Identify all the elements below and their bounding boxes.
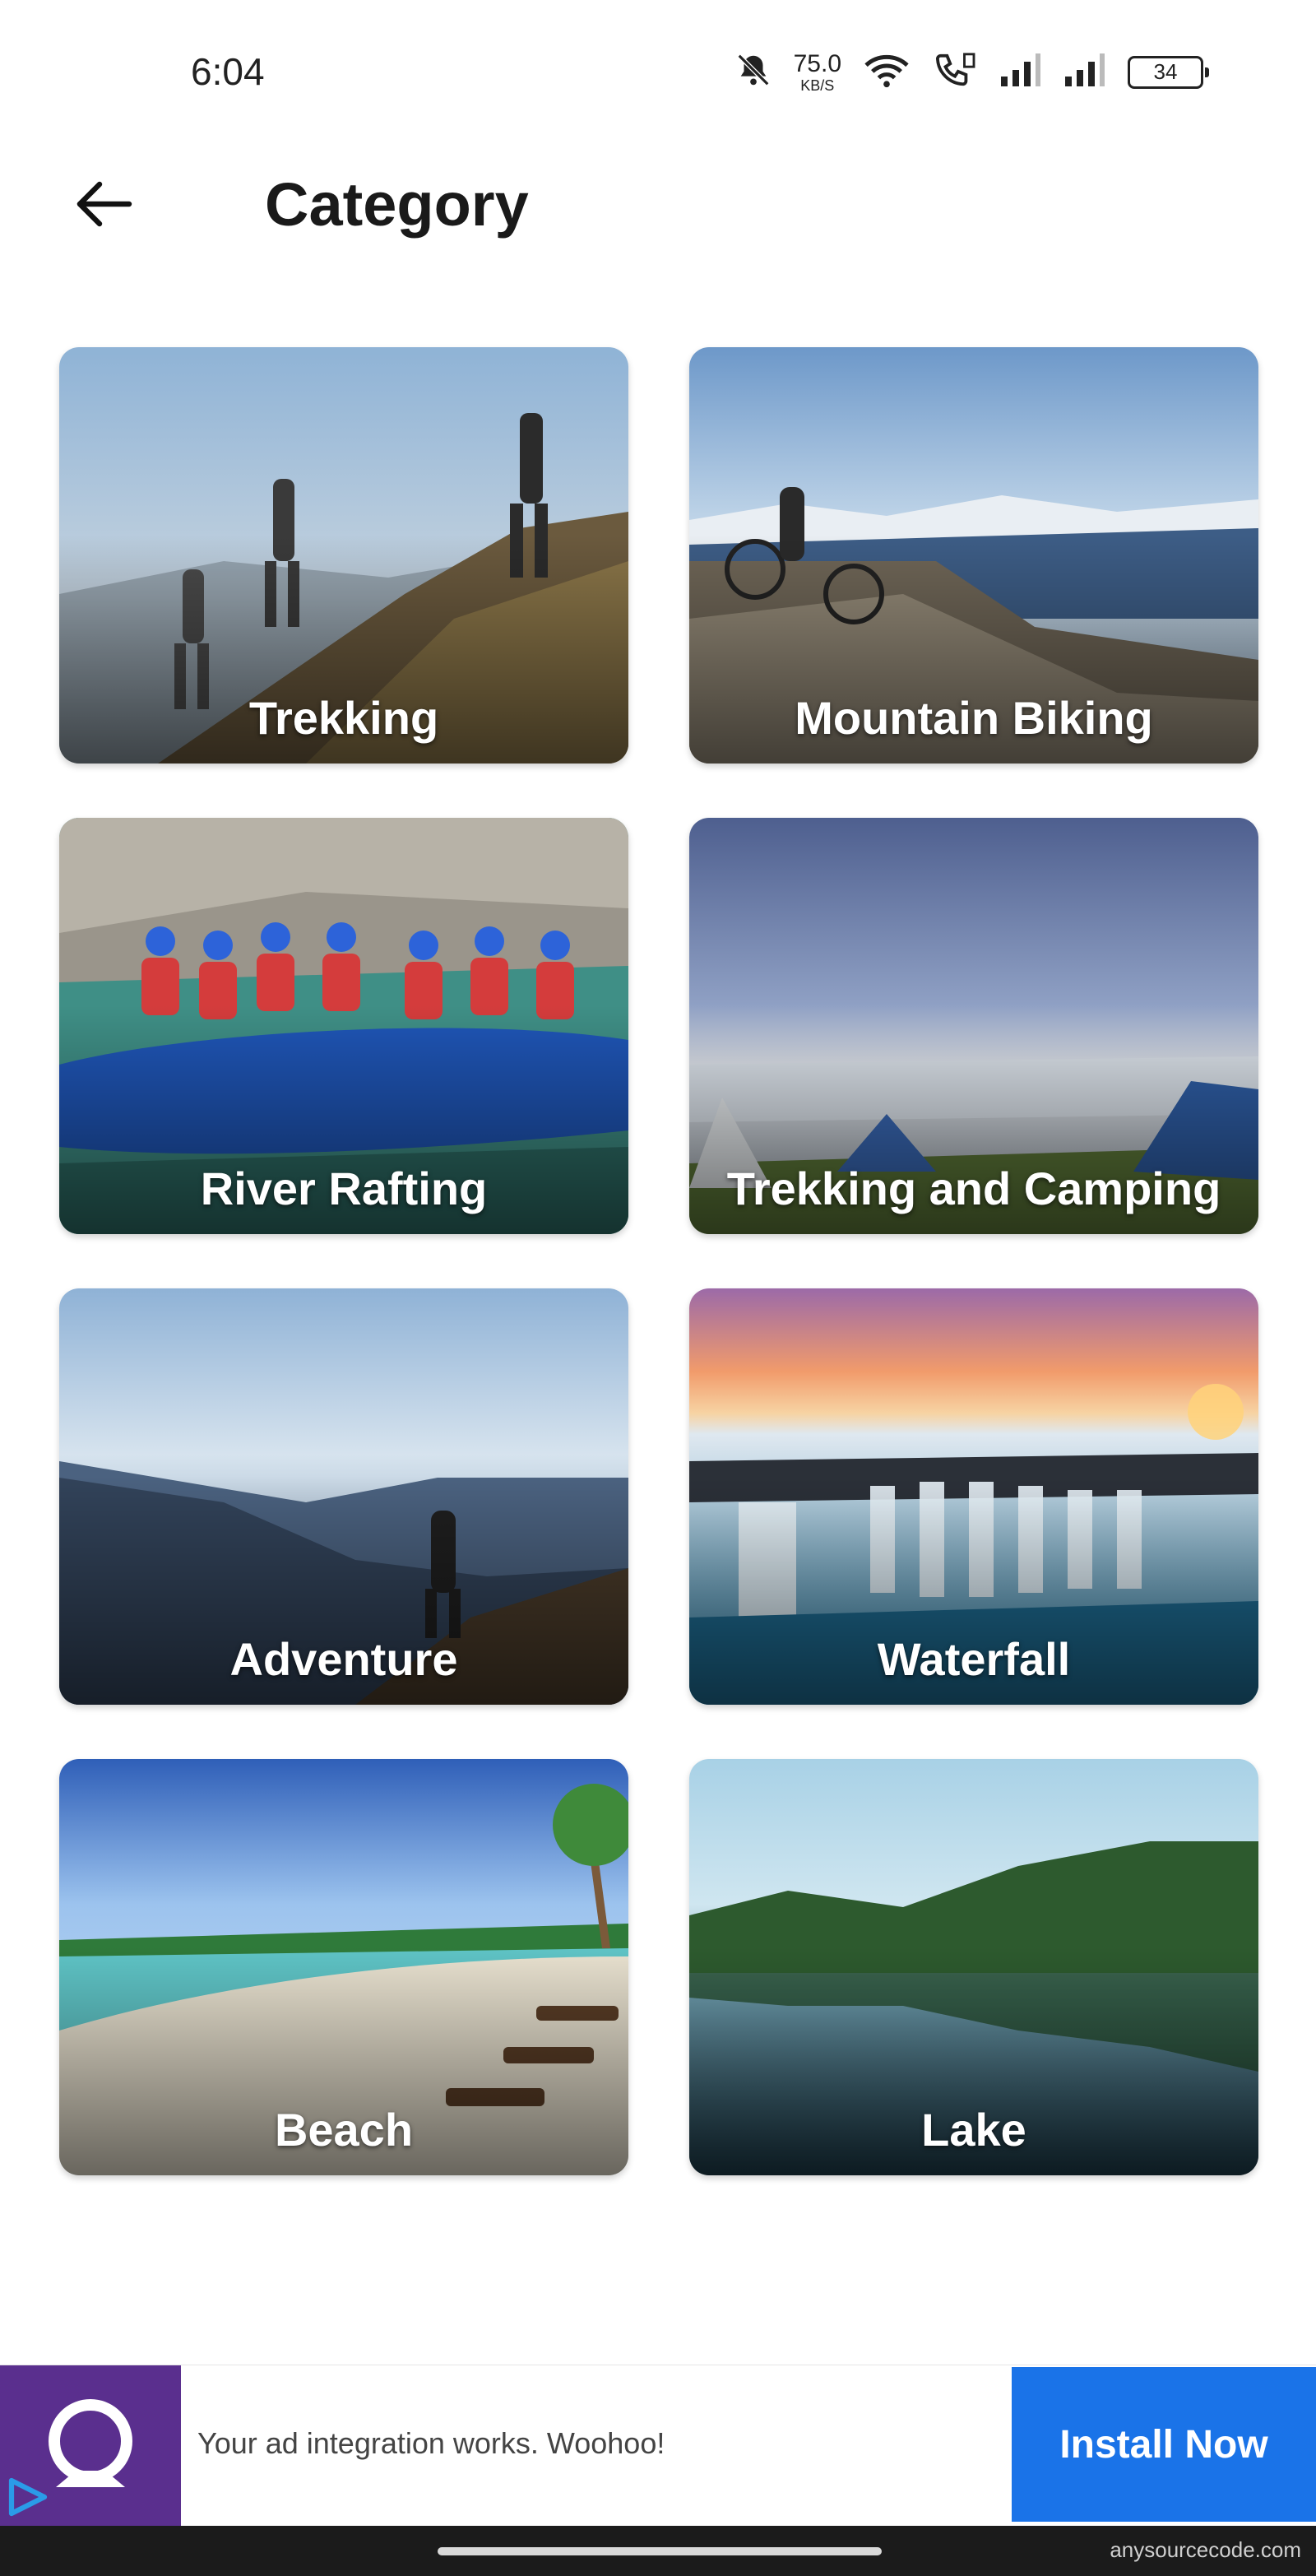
category-card-waterfall[interactable]: Waterfall (689, 1288, 1258, 1705)
watermark: anysourcecode.com (1110, 2537, 1301, 2562)
category-card-trekking[interactable]: Trekking (59, 347, 628, 764)
bell-muted-icon (734, 51, 772, 93)
category-label: River Rafting (200, 1163, 488, 1214)
status-icons: 75.0 KB/S 34 (734, 51, 1209, 93)
category-label: Mountain Biking (795, 692, 1153, 744)
ad-choices-icon[interactable] (3, 2472, 53, 2522)
category-label: Lake (921, 2104, 1026, 2156)
category-card-adventure[interactable]: Adventure (59, 1288, 628, 1705)
status-bar: 6:04 75.0 KB/S 34 (0, 0, 1316, 148)
category-label: Beach (274, 2104, 414, 2156)
install-now-button[interactable]: Install Now (1012, 2367, 1316, 2522)
signal-icon (1063, 53, 1106, 91)
app-header: Category (0, 148, 1316, 263)
back-button[interactable] (66, 173, 140, 239)
battery-indicator: 34 (1128, 55, 1209, 89)
call-volte-icon (932, 51, 978, 93)
category-label: Adventure (229, 1633, 458, 1685)
category-label: Waterfall (877, 1633, 1071, 1685)
page-title: Category (265, 170, 529, 239)
ad-banner: Your ad integration works. Woohoo! Insta… (0, 2365, 1316, 2527)
wifi-icon (863, 51, 911, 93)
battery-level: 34 (1128, 55, 1203, 89)
category-label: Trekking (248, 692, 439, 744)
system-nav-bar: anysourcecode.com (0, 2526, 1316, 2576)
category-card-river-rafting[interactable]: River Rafting (59, 818, 628, 1234)
category-card-beach[interactable]: Beach (59, 1759, 628, 2175)
category-card-trekking-and-camping[interactable]: Trekking and Camping (689, 818, 1258, 1234)
home-gesture-handle[interactable] (438, 2547, 882, 2555)
category-label: Trekking and Camping (726, 1163, 1221, 1214)
arrow-left-icon (70, 178, 136, 234)
ad-text: Your ad integration works. Woohoo! (197, 2426, 665, 2460)
network-speed: 75.0 KB/S (793, 49, 841, 94)
category-card-lake[interactable]: Lake (689, 1759, 1258, 2175)
signal-icon (999, 53, 1042, 91)
category-grid: Trekking Mountain Biking River Rafting T… (59, 347, 1258, 2175)
category-card-mountain-biking[interactable]: Mountain Biking (689, 347, 1258, 764)
status-time: 6:04 (191, 50, 265, 93)
